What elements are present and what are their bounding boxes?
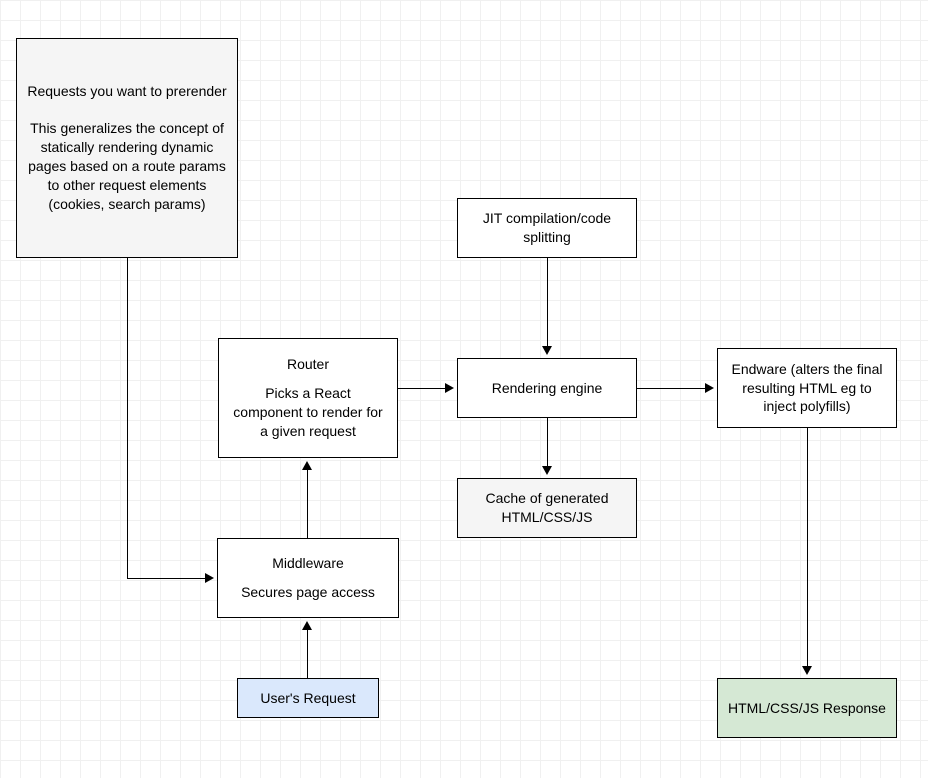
- edge-rendering-cache: [547, 418, 548, 466]
- arrow-head-icon: [445, 383, 454, 393]
- arrow-head-icon: [205, 573, 214, 583]
- node-router: Router Picks a React component to render…: [218, 338, 398, 458]
- edge-userreq-middleware: [307, 630, 308, 678]
- edge-jit-rendering: [547, 258, 548, 346]
- node-prerender: Requests you want to prerender This gene…: [16, 38, 238, 258]
- arrow-head-icon: [302, 621, 312, 630]
- cache-text: Cache of generated HTML/CSS/JS: [468, 489, 626, 527]
- rendering-text: Rendering engine: [492, 379, 603, 398]
- arrow-head-icon: [302, 461, 312, 470]
- prerender-line1: Requests you want to prerender: [27, 82, 226, 101]
- prerender-line2: This generalizes the concept of statical…: [27, 119, 227, 213]
- edge-endware-response: [807, 428, 808, 666]
- router-title: Router: [287, 355, 329, 374]
- arrow-head-icon: [705, 383, 714, 393]
- edge-prerender-middleware-h: [127, 578, 205, 579]
- node-middleware: Middleware Secures page access: [217, 538, 399, 618]
- middleware-title: Middleware: [272, 554, 344, 573]
- endware-text: Endware (alters the final resulting HTML…: [728, 360, 886, 417]
- response-text: HTML/CSS/JS Response: [728, 699, 886, 718]
- jit-text: JIT compilation/code splitting: [468, 209, 626, 247]
- node-cache: Cache of generated HTML/CSS/JS: [457, 478, 637, 538]
- node-rendering: Rendering engine: [457, 358, 637, 418]
- edge-middleware-router: [307, 470, 308, 538]
- edge-prerender-middleware: [127, 258, 128, 578]
- userreq-text: User's Request: [260, 689, 355, 708]
- node-jit: JIT compilation/code splitting: [457, 198, 637, 258]
- edge-rendering-endware: [637, 388, 705, 389]
- node-response: HTML/CSS/JS Response: [717, 678, 897, 738]
- arrow-head-icon: [542, 346, 552, 355]
- arrow-head-icon: [542, 466, 552, 475]
- router-desc: Picks a React component to render for a …: [229, 384, 387, 441]
- middleware-desc: Secures page access: [241, 583, 375, 602]
- node-endware: Endware (alters the final resulting HTML…: [717, 348, 897, 428]
- arrow-head-icon: [802, 666, 812, 675]
- edge-router-rendering: [398, 388, 445, 389]
- node-user-request: User's Request: [237, 678, 379, 718]
